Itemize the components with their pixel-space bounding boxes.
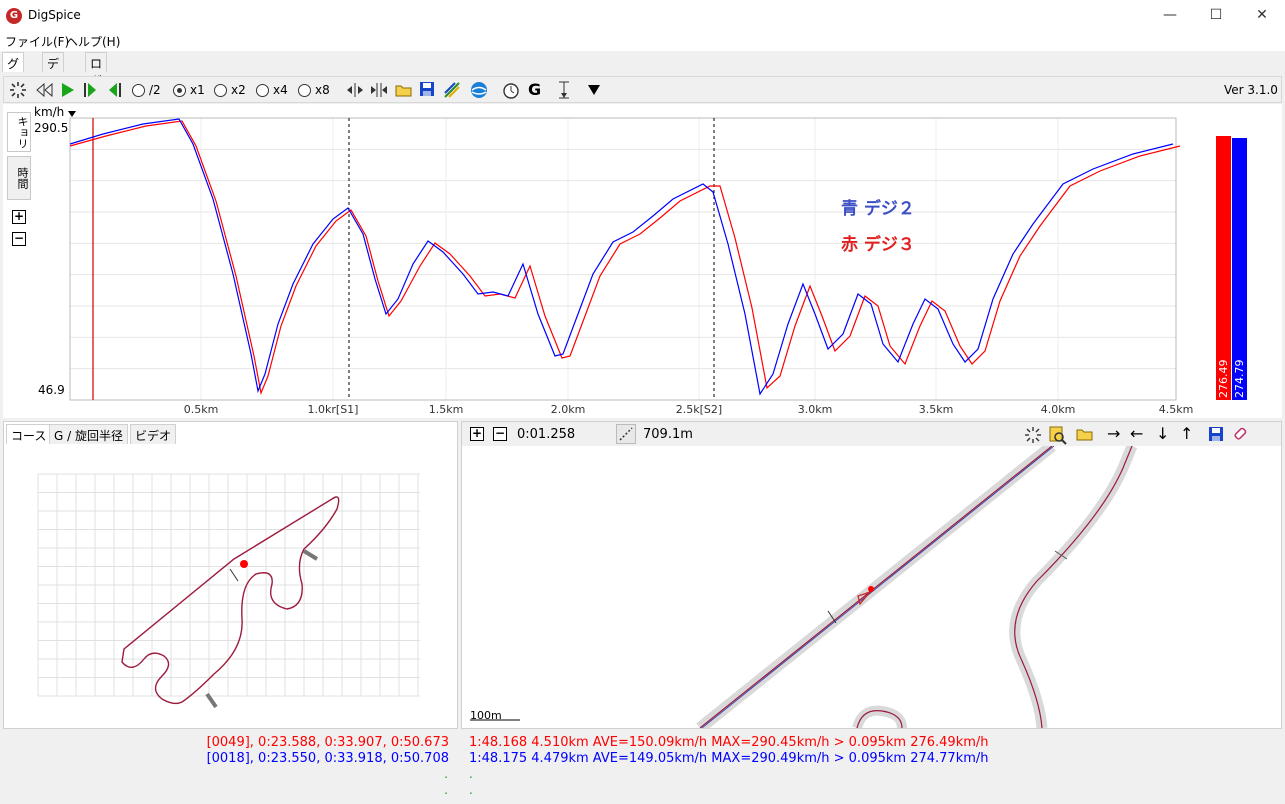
red-bar-value: 276.49 xyxy=(1217,360,1230,399)
course-track-line xyxy=(121,496,340,705)
measure-tool-icon[interactable] xyxy=(616,424,636,444)
map-distance-label: 709.1m xyxy=(643,427,693,442)
speed-x2-label: x2 xyxy=(231,83,246,97)
loading-spinner-icon[interactable] xyxy=(9,81,27,101)
red-split-times: [0049], 0:23.588, 0:33.907, 0:50.673 xyxy=(206,735,449,750)
lap-status-right: 1:48.168 4.510km AVE=150.09km/h MAX=290.… xyxy=(461,729,1282,799)
x-tick-label: 0.5km xyxy=(184,403,219,416)
speed-x1-label: x1 xyxy=(190,83,205,97)
map-open-folder-icon[interactable] xyxy=(1076,426,1094,442)
course-overview-map[interactable] xyxy=(4,444,457,728)
map-zoom-out-button[interactable]: − xyxy=(493,427,507,441)
speed-half-label: /2 xyxy=(149,83,161,97)
sector-marker-1 xyxy=(302,549,319,561)
window-title: DigSpice xyxy=(28,8,81,22)
blue-split-times: [0018], 0:23.550, 0:33.918, 0:50.708 xyxy=(206,751,449,766)
minimize-button[interactable]: — xyxy=(1147,0,1193,31)
pan-up-icon[interactable]: ↑ xyxy=(1180,424,1193,443)
pan-right-icon[interactable]: → xyxy=(1107,424,1120,443)
x-tick-label: 3.5km xyxy=(919,403,954,416)
menu-file[interactable]: ファイル(F) xyxy=(5,33,69,50)
course-panel: コース G / 旋回半径 ビデオ xyxy=(3,421,458,729)
tab-g-radius[interactable]: G / 旋回半径 xyxy=(49,424,128,444)
stopwatch-icon[interactable] xyxy=(502,81,520,101)
x-tick-label: 1.0kr[S1] xyxy=(308,403,359,416)
map-time-label: 0:01.258 xyxy=(517,427,576,442)
tab-graph[interactable]: グラフ xyxy=(2,52,25,105)
blue-speed-trace xyxy=(69,118,1174,396)
lap-status-left: [0049], 0:23.588, 0:33.907, 0:50.673 [00… xyxy=(3,729,458,799)
menu-help[interactable]: ヘルプ(H) xyxy=(66,33,120,50)
green-dot-4: . xyxy=(469,783,473,797)
rewind-icon[interactable] xyxy=(36,82,54,102)
play-icon[interactable] xyxy=(60,82,76,102)
version-label: Ver 3.1.0 xyxy=(1224,83,1278,97)
map-eraser-icon[interactable] xyxy=(1231,425,1249,443)
maximize-button[interactable]: ☐ xyxy=(1193,0,1239,31)
finish-line-marker xyxy=(229,568,239,582)
tab-course[interactable]: コース xyxy=(6,424,52,444)
globe-icon[interactable] xyxy=(470,81,488,101)
speed-chart[interactable]: 0.5km 1.0kr[S1] 1.5km 2.0km 2.5k[S2] 3.0km 3.5… xyxy=(3,104,1282,418)
pan-down-icon[interactable]: ↓ xyxy=(1156,424,1169,443)
close-button[interactable]: ✕ xyxy=(1239,0,1285,31)
pan-left-icon[interactable]: ← xyxy=(1130,424,1143,443)
x-tick-label: 4.0km xyxy=(1041,403,1076,416)
sync-lines-icon[interactable] xyxy=(443,81,461,101)
detail-map-panel: + − 0:01.258 709.1m → ← ↓ ↑ 100m xyxy=(461,421,1282,729)
speed-x4-radio[interactable] xyxy=(256,84,269,97)
save-icon[interactable] xyxy=(419,81,435,101)
g-force-icon[interactable]: G xyxy=(528,80,541,100)
detail-track-map[interactable] xyxy=(462,446,1281,728)
speed-x8-radio[interactable] xyxy=(298,84,311,97)
x-tick-label: 3.0km xyxy=(798,403,833,416)
playback-toolbar: /2 x1 x2 x4 x8 G Ver 3.1.0 xyxy=(3,76,1282,103)
legend-red: 赤 デジ３ xyxy=(841,235,915,255)
map-zoom-in-button[interactable]: + xyxy=(470,427,484,441)
speed-x2-radio[interactable] xyxy=(214,84,227,97)
x-tick-label: 1.5km xyxy=(429,403,464,416)
position-marker xyxy=(240,560,248,568)
zoom-out-horizontal-icon[interactable] xyxy=(370,82,388,102)
green-dot-3: . xyxy=(469,767,473,781)
x-tick-label: 2.5k[S2] xyxy=(676,403,722,416)
open-folder-icon[interactable] xyxy=(395,82,413,102)
tab-data[interactable]: データ xyxy=(42,52,65,105)
blue-bar-value: 274.79 xyxy=(1233,360,1246,399)
speed-x1-radio[interactable] xyxy=(173,84,186,97)
speed-half-radio[interactable] xyxy=(132,84,145,97)
tab-logger[interactable]: ロガー xyxy=(85,52,108,105)
green-dot-1: . xyxy=(444,767,448,781)
green-dot-2: . xyxy=(444,783,448,797)
speed-graph-panel: キョリ 時間 + − km/h 290.5 46.9 0.5km 1.0kr[S1… xyxy=(3,104,1282,418)
map-position-marker xyxy=(868,586,874,592)
step-forward-icon[interactable] xyxy=(82,82,98,102)
step-back-icon[interactable] xyxy=(107,82,123,102)
x-tick-label: 2.0km xyxy=(551,403,586,416)
map-toolbar: + − 0:01.258 709.1m → ← ↓ ↑ xyxy=(462,422,1281,446)
red-lap-summary: 1:48.168 4.510km AVE=150.09km/h MAX=290.… xyxy=(469,735,989,750)
map-spinner-icon[interactable] xyxy=(1024,426,1042,444)
vertical-scale-icon[interactable] xyxy=(557,81,571,101)
app-logo-icon: G xyxy=(6,8,22,24)
zoom-in-horizontal-icon[interactable] xyxy=(346,82,364,102)
blue-lap-summary: 1:48.175 4.479km AVE=149.05km/h MAX=290.… xyxy=(469,751,989,766)
x-tick-label: 4.5km xyxy=(1159,403,1194,416)
legend-blue: 青 デジ２ xyxy=(841,199,915,219)
map-save-icon[interactable] xyxy=(1208,426,1224,442)
red-speed-trace xyxy=(69,120,1181,396)
speed-x4-label: x4 xyxy=(273,83,288,97)
title-bar: G DigSpice — ☐ ✕ xyxy=(0,0,1285,31)
menu-bar: ファイル(F) ヘルプ(H) xyxy=(0,31,1285,51)
tab-video[interactable]: ビデオ xyxy=(130,424,177,444)
map-search-icon[interactable] xyxy=(1048,425,1068,445)
dropdown-triangle-icon[interactable] xyxy=(587,83,601,103)
speed-x8-label: x8 xyxy=(315,83,330,97)
map-scale-label: 100m xyxy=(470,709,502,722)
